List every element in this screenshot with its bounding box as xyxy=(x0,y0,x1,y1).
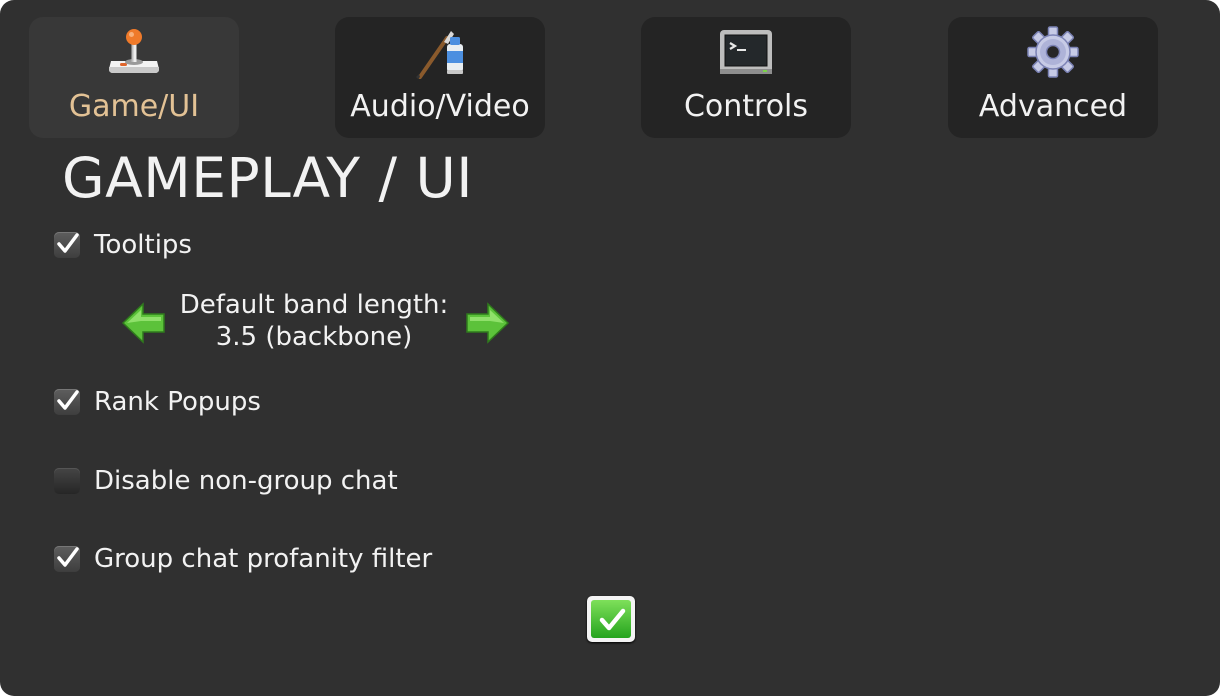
section-title: GAMEPLAY / UI xyxy=(62,146,473,210)
checkmark-icon xyxy=(57,390,79,410)
tab-label: Audio/Video xyxy=(350,89,530,124)
checkmark-icon xyxy=(599,608,626,631)
checkbox-label: Disable non-group chat xyxy=(94,466,398,496)
checkbox-label: Rank Popups xyxy=(94,387,261,417)
band-length-title: Default band length: xyxy=(179,290,449,320)
tab-game-ui[interactable]: Game/UI xyxy=(29,17,239,138)
tooltips-checkbox[interactable]: Tooltips xyxy=(54,226,254,262)
checkbox-box xyxy=(54,232,80,258)
band-length-value: Default band length: 3.5 (backbone) xyxy=(166,289,462,353)
checkbox-box xyxy=(54,389,80,415)
tab-label: Advanced xyxy=(978,89,1128,124)
band-length-setting: 3.5 (backbone) xyxy=(215,322,413,352)
disable-non-group-chat-checkbox[interactable]: Disable non-group chat xyxy=(54,462,424,498)
arrow-left-icon[interactable] xyxy=(121,301,167,345)
settings-panel: Game/UI Audio/Video Controls Advanced GA… xyxy=(0,0,1220,696)
confirm-button-face xyxy=(591,600,631,638)
checkmark-icon xyxy=(57,233,79,253)
checkbox-box xyxy=(54,468,80,494)
arrow-right-icon[interactable] xyxy=(464,301,510,345)
profanity-filter-checkbox[interactable]: Group chat profanity filter xyxy=(54,540,454,576)
paint-tube-brush-icon xyxy=(416,31,463,79)
checkmark-icon xyxy=(57,547,79,567)
tab-label: Game/UI xyxy=(68,89,200,124)
tab-audio-video[interactable]: Audio/Video xyxy=(335,17,545,138)
checkbox-label: Group chat profanity filter xyxy=(94,544,433,574)
checkbox-label: Tooltips xyxy=(94,230,192,260)
tab-controls[interactable]: Controls xyxy=(641,17,851,138)
checkbox-box xyxy=(54,546,80,572)
terminal-icon xyxy=(720,30,772,74)
tab-advanced[interactable]: Advanced xyxy=(948,17,1158,138)
confirm-button[interactable] xyxy=(587,596,635,642)
gear-icon xyxy=(1027,26,1079,78)
joystick-icon xyxy=(109,29,159,73)
rank-popups-checkbox[interactable]: Rank Popups xyxy=(54,383,284,419)
tab-label: Controls xyxy=(683,89,809,124)
